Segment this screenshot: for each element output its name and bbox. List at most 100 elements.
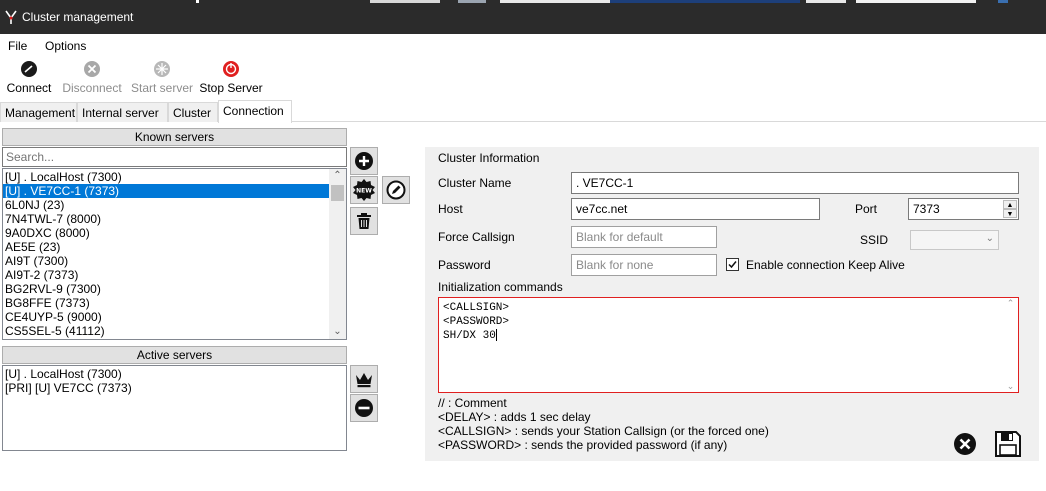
delete-server-button[interactable] [350, 207, 378, 235]
stop-server-button[interactable]: Stop Server [199, 60, 263, 95]
title-bar: Cluster management [0, 0, 1046, 34]
cluster-name-label: Cluster Name [438, 176, 512, 190]
password-label: Password [438, 258, 491, 272]
disconnect-icon [84, 61, 100, 77]
force-callsign-label: Force Callsign [438, 230, 515, 244]
host-input[interactable]: ve7cc.net [571, 198, 820, 220]
help-line: <DELAY> : adds 1 sec delay [438, 410, 591, 424]
remove-active-button[interactable] [350, 394, 378, 422]
start-server-button[interactable]: Start server [130, 60, 194, 95]
port-value: 7373 [913, 202, 940, 216]
help-line: // : Comment [438, 396, 507, 410]
app-icon [5, 10, 17, 24]
start-server-label: Start server [130, 81, 193, 95]
spin-down-icon[interactable]: ▼ [1003, 209, 1017, 218]
init-commands-textarea[interactable]: <CALLSIGN> <PASSWORD> SH/DX 30 ⌃ ⌄ [438, 297, 1019, 393]
stop-server-label: Stop Server [199, 81, 263, 95]
floppy-disk-icon [995, 431, 1021, 457]
add-server-button[interactable] [350, 147, 378, 175]
taskbar-strip [500, 0, 610, 3]
list-item-selected[interactable]: [U] . VE7CC-1 (7373) [3, 184, 330, 198]
list-item[interactable]: 7N4TWL-7 (8000) [3, 212, 330, 226]
active-servers-list[interactable]: [U] . LocalHost (7300) [PRI] [U] VE7CC (… [2, 365, 347, 451]
known-servers-search-input[interactable] [2, 147, 347, 167]
ssid-label: SSID [860, 233, 889, 247]
help-line: <CALLSIGN> : sends your Station Callsign… [438, 424, 769, 438]
cluster-name-input[interactable]: . VE7CC-1 [571, 172, 1019, 194]
new-server-button[interactable]: NEW [350, 176, 378, 204]
password-input[interactable]: Blank for none [571, 254, 717, 276]
tab-connection[interactable]: Connection [218, 100, 292, 123]
port-spinbox[interactable]: 7373 ▲ ▼ [908, 198, 1019, 220]
group-title: Cluster Information [438, 151, 540, 165]
tab-management[interactable]: Management [0, 102, 77, 122]
help-line: <PASSWORD> : sends the provided password… [438, 438, 728, 452]
init-commands-label: Initialization commands [438, 280, 563, 294]
menu-bar: File Options [0, 34, 1046, 56]
ssid-select[interactable]: ⌄ [910, 230, 999, 250]
list-item[interactable]: [PRI] [U] VE7CC (7373) [3, 381, 343, 395]
taskbar-strip [856, 0, 976, 3]
trash-icon [357, 213, 371, 229]
text-cursor [495, 329, 497, 342]
list-item[interactable]: BG8FFE (7373) [3, 296, 330, 310]
plus-circle-icon [355, 152, 373, 170]
crown-icon [356, 373, 372, 388]
tab-cluster[interactable]: Cluster [168, 102, 218, 122]
init-line: <PASSWORD> [443, 316, 510, 328]
scroll-down-arrow[interactable]: ⌄ [1003, 381, 1018, 392]
list-item[interactable]: [U] . LocalHost (7300) [3, 367, 343, 381]
menu-file[interactable]: File [8, 39, 27, 53]
scroll-up-arrow[interactable]: ⌃ [1003, 298, 1018, 309]
help-text: // : Comment <DELAY> : adds 1 sec delay … [438, 396, 769, 452]
window-title: Cluster management [22, 10, 134, 24]
cluster-information-group: Cluster Information Cluster Name . VE7CC… [425, 147, 1039, 461]
taskbar-strip [196, 0, 199, 3]
list-item[interactable]: AE5E (23) [3, 240, 330, 254]
taskbar-strip [998, 0, 1008, 3]
taskbar-strip [370, 0, 440, 3]
new-badge-icon: NEW [353, 179, 375, 201]
spin-up-icon[interactable]: ▲ [1003, 200, 1017, 209]
edit-server-button[interactable] [382, 176, 410, 204]
keepalive-checkbox[interactable] [726, 258, 739, 271]
disconnect-button[interactable]: Disconnect [60, 60, 124, 95]
minus-circle-icon [355, 399, 373, 417]
keepalive-label[interactable]: Enable connection Keep Alive [746, 258, 905, 272]
force-callsign-input[interactable]: Blank for default [571, 226, 717, 248]
list-item[interactable]: AI9T-2 (7373) [3, 268, 330, 282]
scroll-down-arrow[interactable]: ⌄ [329, 325, 346, 339]
known-servers-list[interactable]: [U] . LocalHost (7300) [U] . VE7CC-1 (73… [2, 168, 347, 340]
list-item[interactable]: 9A0DXC (8000) [3, 226, 330, 240]
connect-button[interactable]: Connect [6, 60, 52, 95]
tab-internal-server[interactable]: Internal server [77, 102, 168, 122]
taskbar-strip [610, 0, 800, 3]
port-label: Port [855, 202, 878, 216]
disconnect-label: Disconnect [62, 81, 122, 95]
tab-strip: Management Internal server Cluster Conne… [0, 100, 1046, 123]
save-button[interactable] [994, 430, 1022, 458]
toolbar: Connect Disconnect Start server Stop Ser… [0, 56, 1046, 98]
list-item[interactable]: 6L0NJ (23) [3, 198, 330, 212]
taskbar-strip [806, 0, 846, 3]
list-item[interactable]: BG2RVL-9 (7300) [3, 282, 330, 296]
list-item[interactable]: [U] . LocalHost (7300) [3, 170, 330, 184]
svg-text:NEW: NEW [356, 188, 372, 195]
known-servers-scrollbar[interactable]: ⌃ ⌄ [329, 169, 346, 339]
scroll-thumb[interactable] [331, 185, 344, 201]
host-label: Host [438, 202, 463, 216]
list-item[interactable]: CS5SEL-5 (41112) [3, 324, 330, 338]
menu-options[interactable]: Options [45, 39, 86, 53]
init-line: SH/DX 30 [443, 330, 496, 342]
list-item[interactable]: AI9T (7300) [3, 254, 330, 268]
textarea-scrollbar[interactable]: ⌃ ⌄ [1003, 298, 1018, 392]
cancel-button[interactable] [951, 430, 979, 458]
x-circle-icon [954, 433, 976, 455]
scroll-up-arrow[interactable]: ⌃ [329, 169, 346, 183]
server-icon [154, 61, 170, 77]
list-item[interactable]: CE4UYP-5 (9000) [3, 310, 330, 324]
connect-icon [21, 61, 37, 77]
active-servers-header: Active servers [2, 346, 347, 364]
set-primary-button[interactable] [350, 365, 378, 393]
stop-server-icon [223, 61, 239, 77]
